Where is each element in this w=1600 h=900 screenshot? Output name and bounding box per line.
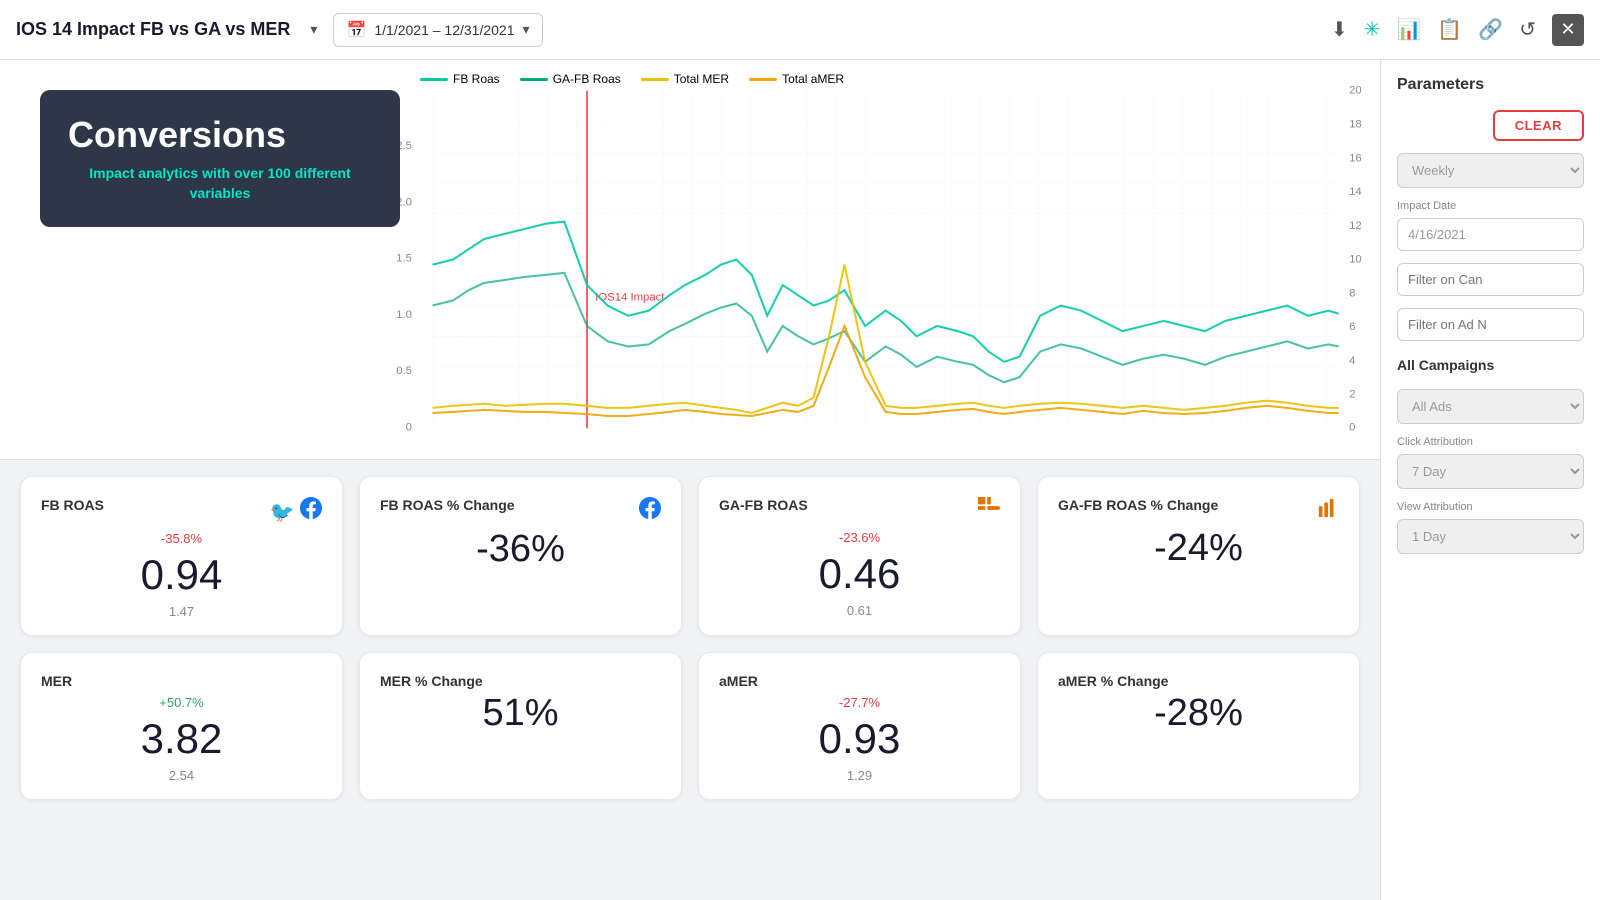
overlay-title: Conversions	[68, 114, 372, 156]
metric-card-amer-pct: aMER % Change -28%	[1037, 652, 1360, 800]
metric-title-fb-roas-pct: FB ROAS % Change	[380, 497, 515, 513]
svg-text:0: 0	[1349, 421, 1355, 433]
metric-card-ga-fb-roas: GA-FB ROAS -23.6% 0.46 0.61	[698, 476, 1021, 636]
asterisk-icon[interactable]: ✳	[1364, 17, 1381, 42]
chart-area: FB Roas GA-FB Roas Total MER Total aMER	[0, 60, 1380, 460]
svg-text:6: 6	[1349, 321, 1355, 333]
metric-title-ga-fb-roas-pct: GA-FB ROAS % Change	[1058, 497, 1218, 513]
svg-text:8: 8	[1349, 287, 1355, 299]
fb-icon-2	[639, 497, 661, 525]
metric-value-fb-roas-pct: -36%	[380, 529, 661, 571]
metric-title-amer: aMER	[719, 673, 758, 689]
filter-ad-section	[1397, 308, 1584, 341]
fb-icon: 🐦	[270, 497, 322, 525]
metric-value-fb-roas: 0.94	[41, 552, 322, 598]
overlay-subtitle: Impact analytics with over 100 different…	[68, 164, 372, 203]
refresh-icon[interactable]: ↺	[1519, 17, 1536, 42]
date-range-picker[interactable]: 📅 1/1/2021 – 12/31/2021 ▾	[333, 13, 542, 47]
metric-title-mer-pct: MER % Change	[380, 673, 483, 689]
svg-text:0: 0	[406, 421, 412, 433]
click-attribution-select[interactable]: 7 Day 1 Day 28 Day	[1397, 454, 1584, 489]
metric-value-ga-fb-roas: 0.46	[719, 551, 1000, 597]
metric-title-fb-roas: FB ROAS	[41, 497, 104, 513]
metric-change-ga-fb-roas: -23.6%	[719, 530, 1000, 545]
metric-prev-mer: 2.54	[41, 768, 322, 783]
metric-value-mer-pct: 51%	[380, 693, 661, 735]
close-button[interactable]: ✕	[1552, 14, 1584, 46]
date-range-value: 1/1/2021 – 12/31/2021	[374, 22, 514, 38]
click-attribution-label: Click Attribution	[1397, 436, 1584, 448]
granularity-section: Weekly Daily Monthly	[1397, 153, 1584, 188]
left-content: FB Roas GA-FB Roas Total MER Total aMER	[0, 60, 1380, 900]
svg-text:10: 10	[1349, 254, 1362, 266]
filter-campaign-input[interactable]	[1397, 263, 1584, 296]
metric-change-amer: -27.7%	[719, 695, 1000, 710]
svg-text:1.0: 1.0	[396, 309, 412, 321]
sidebar-title: Parameters	[1397, 76, 1584, 94]
metric-value-amer: 0.93	[719, 716, 1000, 762]
svg-text:0.5: 0.5	[396, 365, 412, 377]
view-attribution-label: View Attribution	[1397, 501, 1584, 513]
metric-card-mer-pct: MER % Change 51%	[359, 652, 682, 800]
click-attribution-section: Click Attribution 7 Day 1 Day 28 Day	[1397, 436, 1584, 489]
main-layout: FB Roas GA-FB Roas Total MER Total aMER	[0, 60, 1600, 900]
ga-icon-2	[1317, 497, 1339, 524]
metric-value-amer-pct: -28%	[1058, 693, 1339, 735]
date-picker-chevron-icon: ▾	[523, 21, 530, 38]
view-attribution-select[interactable]: 1 Day 7 Day None	[1397, 519, 1584, 554]
bar-chart-icon[interactable]: 📊	[1397, 17, 1422, 42]
svg-text:IOS14 Impact: IOS14 Impact	[595, 291, 665, 303]
all-campaigns-label: All Campaigns	[1397, 353, 1584, 377]
filter-campaign-section	[1397, 263, 1584, 296]
svg-text:18: 18	[1349, 119, 1362, 131]
metric-prev-fb-roas: 1.47	[41, 604, 322, 619]
all-ads-section: All Ads	[1397, 389, 1584, 424]
svg-text:2: 2	[1349, 389, 1355, 401]
metric-card-amer: aMER -27.7% 0.93 1.29	[698, 652, 1021, 800]
header: IOS 14 Impact FB vs GA vs MER ▾ 📅 1/1/20…	[0, 0, 1600, 60]
metric-title-mer: MER	[41, 673, 72, 689]
metric-change-mer: +50.7%	[41, 695, 322, 710]
calendar-icon: 📅	[346, 20, 366, 40]
svg-text:4: 4	[1349, 355, 1355, 367]
svg-text:20: 20	[1349, 85, 1362, 97]
all-ads-select[interactable]: All Ads	[1397, 389, 1584, 424]
metric-card-mer: MER +50.7% 3.82 2.54	[20, 652, 343, 800]
impact-date-section: Impact Date	[1397, 200, 1584, 251]
granularity-select[interactable]: Weekly Daily Monthly	[1397, 153, 1584, 188]
svg-text:14: 14	[1349, 186, 1362, 198]
svg-text:1.5: 1.5	[396, 253, 412, 265]
metric-prev-amer: 1.29	[719, 768, 1000, 783]
impact-date-label: Impact Date	[1397, 200, 1584, 212]
metric-card-ga-fb-roas-pct: GA-FB ROAS % Change -24%	[1037, 476, 1360, 636]
impact-date-input[interactable]	[1397, 218, 1584, 251]
filter-ad-input[interactable]	[1397, 308, 1584, 341]
svg-text:12: 12	[1349, 220, 1362, 232]
metric-title-amer-pct: aMER % Change	[1058, 673, 1168, 689]
metric-change-fb-roas: -35.8%	[41, 531, 322, 546]
metrics-grid: FB ROAS 🐦 -35.8% 0.94 1.47 FB ROAS % Cha…	[0, 460, 1380, 816]
metric-value-ga-fb-roas-pct: -24%	[1058, 528, 1339, 570]
download-icon[interactable]: ⬇	[1331, 17, 1348, 42]
view-attribution-section: View Attribution 1 Day 7 Day None	[1397, 501, 1584, 554]
chart-overlay: Conversions Impact analytics with over 1…	[40, 90, 400, 227]
ga-icon	[978, 497, 1000, 524]
title-dropdown-icon[interactable]: ▾	[310, 21, 317, 38]
header-actions: ⬇ ✳ 📊 📋 🔗 ↺ ✕	[1331, 14, 1584, 46]
metric-title-ga-fb-roas: GA-FB ROAS	[719, 497, 808, 513]
metric-prev-ga-fb-roas: 0.61	[719, 603, 1000, 618]
link-icon[interactable]: 🔗	[1478, 17, 1503, 42]
svg-text:16: 16	[1349, 152, 1362, 164]
clipboard-icon[interactable]: 📋	[1437, 17, 1462, 42]
metric-value-mer: 3.82	[41, 716, 322, 762]
metric-card-fb-roas-pct: FB ROAS % Change -36%	[359, 476, 682, 636]
right-sidebar: Parameters CLEAR Weekly Daily Monthly Im…	[1380, 60, 1600, 900]
metric-card-fb-roas: FB ROAS 🐦 -35.8% 0.94 1.47	[20, 476, 343, 636]
clear-button[interactable]: CLEAR	[1493, 110, 1584, 141]
page-title: IOS 14 Impact FB vs GA vs MER	[16, 19, 290, 40]
